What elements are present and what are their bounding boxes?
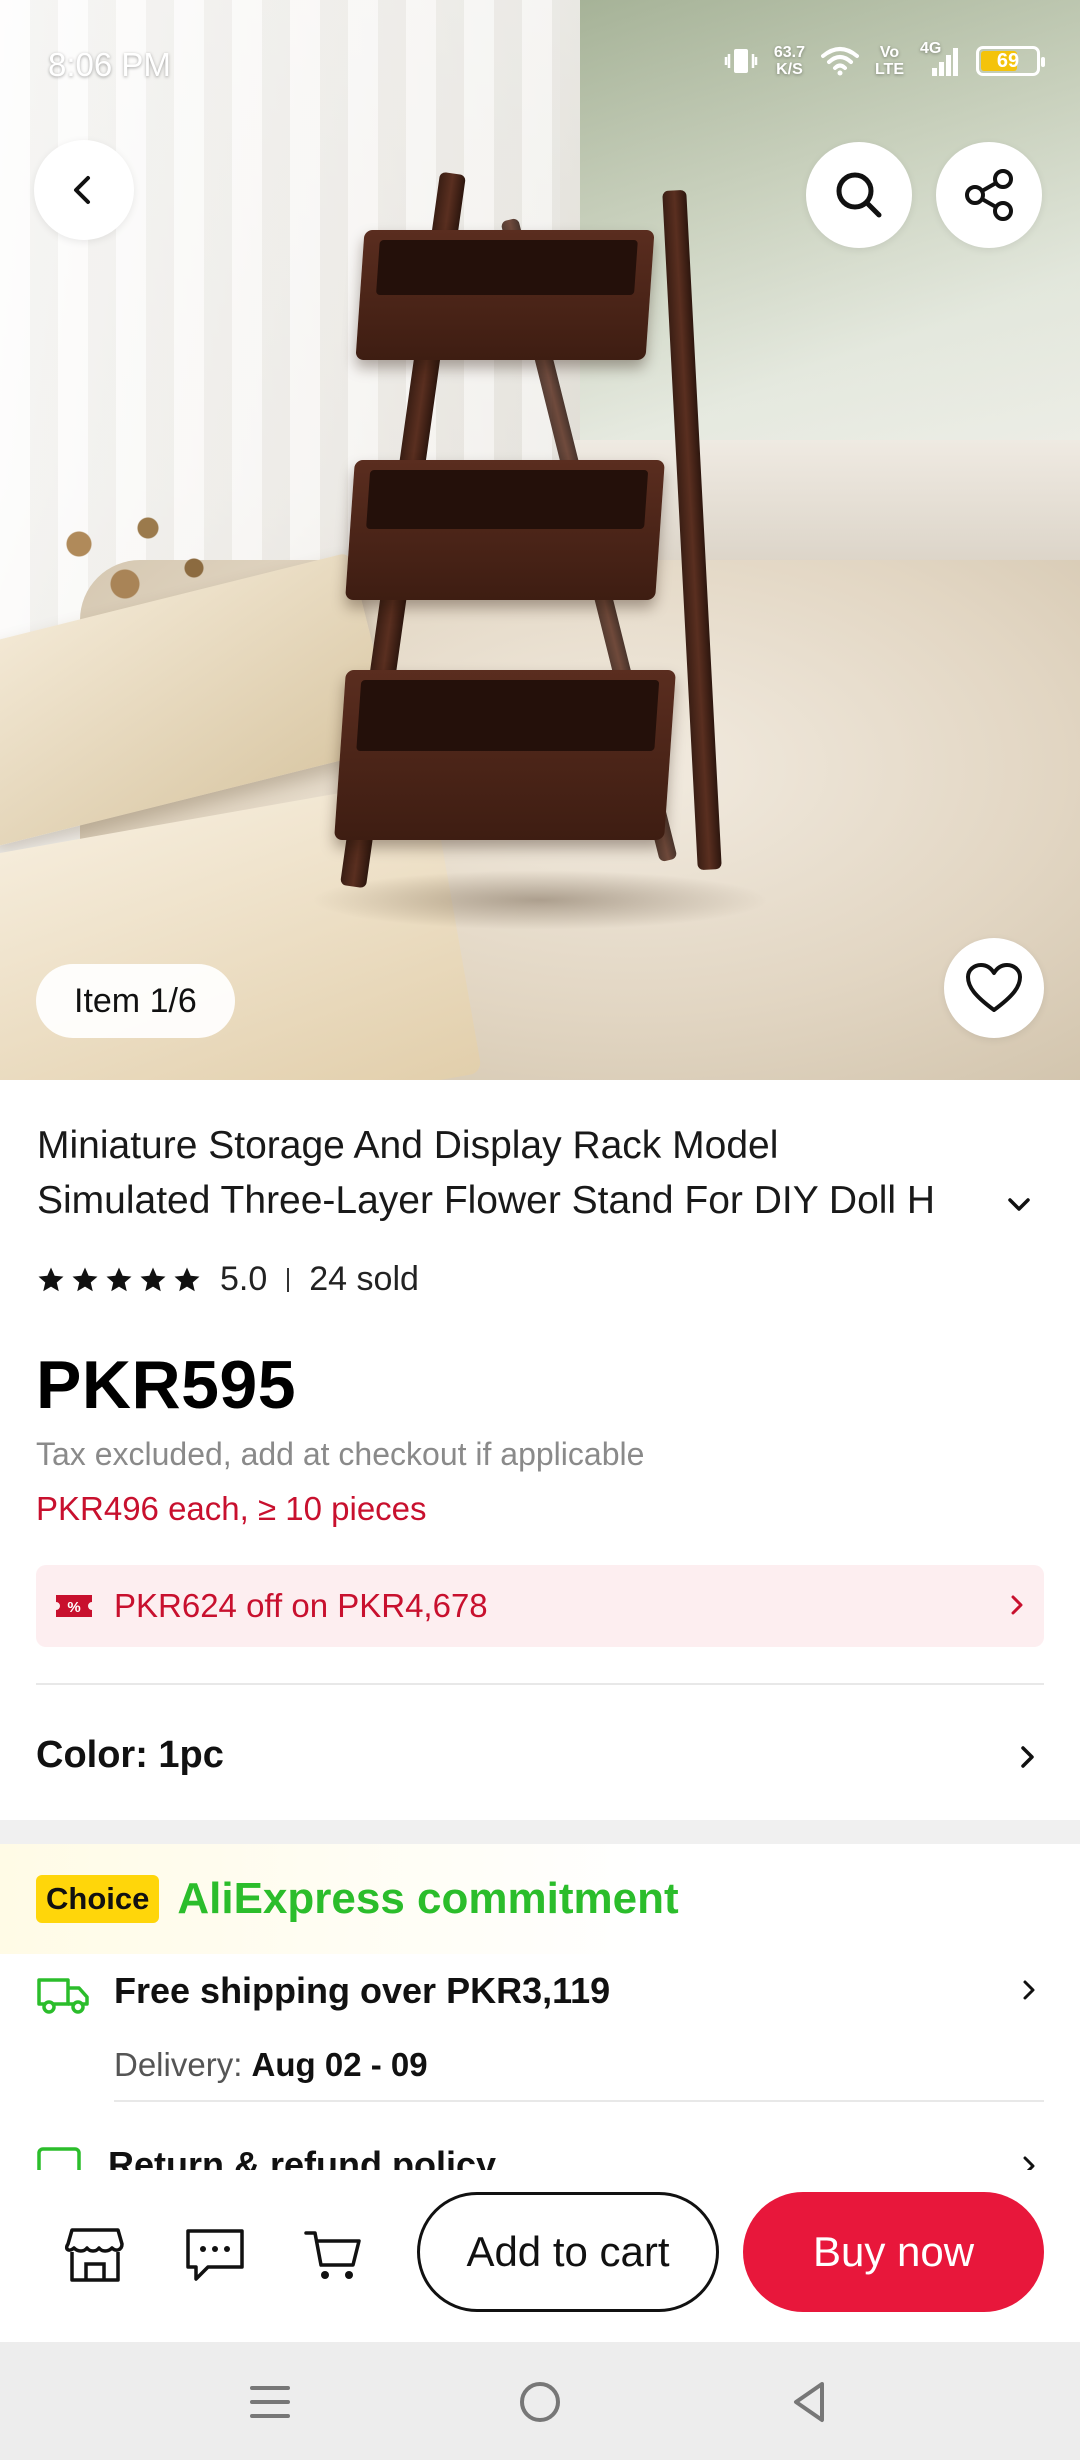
coupon-banner[interactable]: % PKR624 off on PKR4,678	[36, 1565, 1044, 1647]
svg-text:%: %	[67, 1599, 80, 1616]
home-circle-icon	[520, 2382, 560, 2422]
status-time: 8:06 PM	[48, 46, 171, 83]
star-icon	[174, 1267, 200, 1291]
battery-icon: 69	[976, 46, 1045, 76]
chevron-down-icon[interactable]	[1004, 1190, 1034, 1220]
coupon-text: PKR624 off on PKR4,678	[114, 1587, 488, 1624]
choice-badge: Choice	[36, 1875, 160, 1923]
shipping-row[interactable]: Free shipping over PKR3,119 Delivery: Au…	[36, 1970, 1044, 2105]
triangle-back-icon	[794, 2382, 824, 2422]
section-gap	[0, 1820, 1080, 1844]
cart-icon	[304, 2231, 361, 2279]
recent-apps-button[interactable]	[240, 2372, 300, 2432]
search-icon	[836, 172, 882, 218]
cart-button[interactable]	[298, 2220, 368, 2290]
return-icon	[37, 2147, 81, 2170]
star-icon	[38, 1267, 64, 1291]
product-price: PKR595	[36, 1347, 297, 1423]
rating-stars	[36, 1265, 202, 1295]
divider	[36, 1683, 1044, 1685]
nav-back-button[interactable]	[780, 2372, 840, 2432]
net-speed: 63.7 K/S	[773, 44, 805, 78]
star-icon	[106, 1267, 132, 1291]
wifi-icon	[820, 47, 859, 76]
store-icon	[64, 2228, 124, 2282]
rating-divider	[287, 1267, 290, 1292]
return-policy-title: Return & refund policy	[108, 2144, 497, 2170]
home-button[interactable]	[510, 2372, 570, 2432]
variant-label: Color: 1pc	[36, 1733, 224, 1776]
star-icon	[140, 1267, 166, 1291]
divider	[114, 2100, 1044, 2102]
rating-value: 5.0	[220, 1260, 268, 1298]
product-title[interactable]: Miniature Storage And Display Rack Model…	[37, 1118, 1027, 1228]
status-bar: 8:06 PM 63.7 K/S Vo LTE 4G 69	[0, 0, 1080, 130]
product-image[interactable]	[0, 0, 1080, 1080]
wishlist-button[interactable]	[944, 938, 1044, 1038]
share-button[interactable]	[936, 142, 1042, 248]
variant-selector[interactable]: Color: 1pc	[36, 1720, 1044, 1790]
bottom-action-bar: Add to cart Buy now	[0, 2170, 1080, 2342]
chevron-right-icon	[1011, 1595, 1023, 1615]
chevron-right-icon	[1023, 1980, 1035, 2000]
buy-now-button[interactable]: Buy now	[743, 2192, 1044, 2312]
back-button[interactable]	[34, 140, 134, 240]
sold-count: 24 sold	[309, 1260, 419, 1298]
bulk-price: PKR496 each, ≥ 10 pieces	[36, 1490, 427, 1527]
hero-dried-flowers	[10, 480, 240, 640]
return-policy-row[interactable]: Return & refund policy	[36, 2140, 1044, 2170]
hero-rack	[310, 170, 770, 930]
vibrate-icon	[724, 49, 758, 73]
back-icon	[74, 176, 90, 204]
commitment-title: AliExpress commitment	[177, 1874, 679, 1923]
tax-note: Tax excluded, add at checkout if applica…	[36, 1436, 645, 1472]
search-button[interactable]	[806, 142, 912, 248]
message-icon	[186, 2229, 244, 2281]
star-icon	[72, 1267, 98, 1291]
store-button[interactable]	[60, 2220, 130, 2290]
add-to-cart-button[interactable]: Add to cart	[417, 2192, 719, 2312]
share-icon	[965, 169, 1013, 221]
volte-indicator: Vo LTE	[874, 44, 904, 78]
heart-icon	[966, 963, 1022, 1012]
shipping-title: Free shipping over PKR3,119	[114, 1970, 611, 2011]
chevron-right-icon	[1021, 1746, 1034, 1768]
gallery-counter: Item 1/6	[36, 964, 235, 1038]
discount-tag-icon: %	[56, 1595, 92, 1617]
delivery-estimate: Delivery: Aug 02 - 09	[114, 2046, 428, 2083]
chevron-right-icon	[1023, 2156, 1035, 2170]
system-nav-bar	[0, 2342, 1080, 2460]
signal-icon: 4G	[920, 40, 960, 78]
commitment-header: Choice AliExpress commitment	[0, 1844, 1080, 1954]
menu-icon	[250, 2386, 290, 2418]
truck-icon	[37, 1978, 89, 2014]
rating-row[interactable]: 5.0 24 sold	[36, 1260, 419, 1299]
message-button[interactable]	[180, 2220, 250, 2290]
status-icons: 63.7 K/S Vo LTE 4G 69	[724, 40, 1045, 78]
